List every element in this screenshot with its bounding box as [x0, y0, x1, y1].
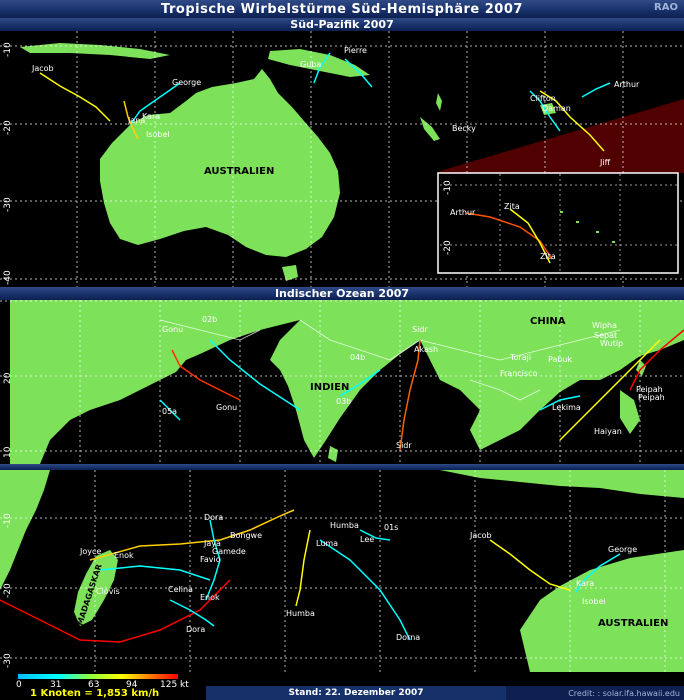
- storm-label: Arthur: [614, 80, 640, 89]
- storm-label: Guba: [300, 60, 321, 69]
- lat-tick-label: -40: [3, 270, 13, 285]
- storm-label: Celina: [168, 585, 193, 594]
- stand-date: Stand: 22. Dezember 2007: [206, 686, 506, 700]
- china-label: CHINA: [530, 316, 566, 327]
- storm-label: Wutip: [600, 339, 623, 348]
- indian-ocean-svg: Gonu 02b Sidr Akash 04b 03b 05a Gonu Sid…: [0, 300, 684, 464]
- storm-label: Sidr: [412, 325, 428, 334]
- new-caledonia: [420, 117, 440, 141]
- storm-label: Isobel: [582, 597, 606, 606]
- storm-label: Humba: [330, 521, 359, 530]
- storm-label: Peipah: [638, 393, 665, 402]
- indonesia-islands-2: [440, 470, 684, 498]
- australia-label: AUSTRALIEN: [204, 166, 274, 177]
- storm-label: 03b: [336, 397, 351, 406]
- rao-logo: RAO: [654, 2, 678, 13]
- south-pacific-lat-ticks: -10 -20 -30 -40: [3, 42, 13, 285]
- storm-label: 04b: [350, 353, 365, 362]
- storm-label: Enok: [114, 551, 134, 560]
- storm-label: 05a: [162, 407, 177, 416]
- storm-label: Gonu: [216, 403, 237, 412]
- south-pacific-title: Süd-Pazifik 2007: [0, 18, 684, 31]
- lat-tick-label: -10: [3, 513, 13, 528]
- main-title-text: Tropische Wirbelstürme Süd-Hemisphäre 20…: [161, 1, 523, 17]
- storm-label: Bongwe: [230, 531, 262, 540]
- storm-label: Jacob: [31, 64, 54, 73]
- storm-label: Clovis: [96, 587, 120, 596]
- storm-label: Toraji: [509, 353, 531, 362]
- inset-map: Arthur Zita Zita -10 -20: [437, 172, 679, 274]
- lat-tick-label: -10: [443, 180, 453, 195]
- lat-tick-label: -30: [3, 197, 13, 212]
- storm-label: Luma: [316, 539, 338, 548]
- storm-label: Wipha: [592, 321, 617, 330]
- lat-tick-label: -10: [3, 42, 13, 57]
- storm-label: Kara: [142, 112, 160, 121]
- storm-label: Isobel: [146, 130, 170, 139]
- storm-label: Haiyan: [594, 427, 622, 436]
- storm-label: Jiff: [599, 158, 611, 167]
- africa-landmass: [0, 470, 50, 590]
- wind-speed-legend-bar: [18, 674, 178, 679]
- lat-tick-label: -20: [3, 583, 13, 598]
- storm-label: Jacob: [469, 531, 492, 540]
- storm-label: George: [608, 545, 637, 554]
- storm-label: Francisco: [500, 369, 537, 378]
- storm-label: Kara: [576, 579, 594, 588]
- lat-tick-label: 20: [3, 372, 13, 384]
- storm-label: Zita: [504, 202, 520, 211]
- storm-label: Zita: [540, 252, 556, 261]
- legend-tick: 125 kt: [160, 680, 189, 690]
- storm-label: Dora: [204, 513, 223, 522]
- storm-label: Gonu: [162, 325, 183, 334]
- storm-label: Enok: [200, 593, 220, 602]
- storm-label: George: [172, 78, 201, 87]
- south-pacific-map[interactable]: Jacob George Jana Kara Isobel Guba Pierr…: [0, 31, 684, 287]
- knot-conversion: 1 Knoten = 1,853 km/h: [30, 688, 160, 699]
- lat-tick-label: -20: [3, 120, 13, 135]
- india-landmass: [270, 300, 420, 458]
- storm-label: Dora: [186, 625, 205, 634]
- main-title: Tropische Wirbelstürme Süd-Hemisphäre 20…: [0, 0, 684, 18]
- storm-label: Sidr: [396, 441, 412, 450]
- indonesia-islands: [20, 43, 170, 59]
- storm-label: Pabuk: [548, 355, 573, 364]
- storm-label: 01s: [384, 523, 398, 532]
- indian-ocean-map[interactable]: Gonu 02b Sidr Akash 04b 03b 05a Gonu Sid…: [0, 300, 684, 464]
- storm-label: Arthur: [450, 208, 476, 217]
- south-indian-svg: Dora Bongwe Jaya Gamede Favio Joyce Enok…: [0, 470, 684, 672]
- indian-ocean-title: Indischer Ozean 2007: [0, 287, 684, 300]
- lat-tick-label: -20: [443, 240, 453, 255]
- storm-label: Akash: [414, 345, 438, 354]
- storm-label: Lekima: [552, 403, 581, 412]
- australia-landmass-2: [520, 550, 684, 672]
- storm-label: Favio: [200, 555, 221, 564]
- storm-label: Joyce: [79, 547, 101, 556]
- storm-label: Daman: [542, 104, 571, 113]
- lat-tick-label: 10: [3, 446, 13, 458]
- lat-tick-label: -30: [3, 653, 13, 668]
- south-pacific-svg: Jacob George Jana Kara Isobel Guba Pierr…: [0, 31, 684, 287]
- australia-landmass: [100, 69, 340, 257]
- storm-label: Humba: [286, 609, 315, 618]
- storm-label: Clifton: [530, 94, 556, 103]
- storm-label: Becky: [452, 124, 476, 133]
- south-indian-map[interactable]: Dora Bongwe Jaya Gamede Favio Joyce Enok…: [0, 470, 684, 672]
- philippines: [620, 390, 640, 434]
- india-label: INDIEN: [310, 382, 349, 393]
- storm-label: Dorna: [396, 633, 420, 642]
- vanuatu: [436, 93, 442, 111]
- credit-link[interactable]: Credit: : solar.ifa.hawaii.edu: [506, 686, 684, 700]
- australia-label-2: AUSTRALIEN: [598, 618, 668, 629]
- storm-label: Pierre: [344, 46, 367, 55]
- legend-tick: 0: [16, 680, 22, 690]
- storm-label: Lee: [360, 535, 374, 544]
- sri-lanka: [328, 446, 338, 462]
- storm-label: 02b: [202, 315, 217, 324]
